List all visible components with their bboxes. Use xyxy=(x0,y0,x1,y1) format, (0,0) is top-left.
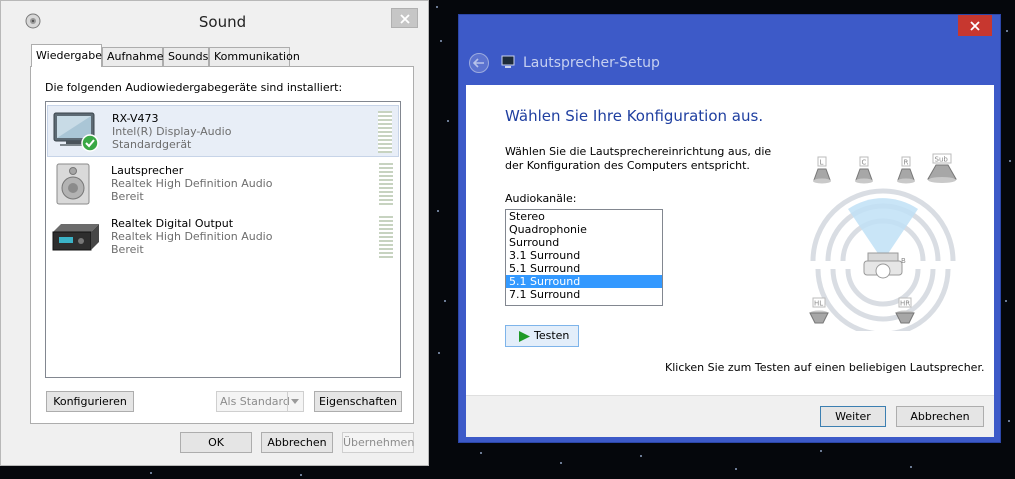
audio-channels-listbox[interactable]: Stereo Quadrophonie Surround 3.1 Surroun… xyxy=(505,209,663,306)
back-button[interactable] xyxy=(469,53,489,73)
device-name: Realtek Digital Output xyxy=(111,217,234,230)
subwoofer-speaker-icon[interactable]: Sub xyxy=(927,153,957,183)
device-driver: Realtek High Definition Audio xyxy=(111,177,273,190)
device-item-lautsprecher[interactable]: Lautsprecher Realtek High Definition Aud… xyxy=(47,158,399,210)
front-center-speaker-icon[interactable]: C xyxy=(855,156,873,184)
device-status: Bereit xyxy=(111,243,144,256)
tv-monitor-default-icon xyxy=(52,111,100,153)
speaker-label-center: C xyxy=(862,159,867,167)
channel-option[interactable]: 7.1 Surround xyxy=(506,288,662,301)
test-hint-text: Klicken Sie zum Testen auf einen beliebi… xyxy=(665,361,985,374)
speaker-icon xyxy=(51,163,99,205)
speaker-label-rear-right: HR xyxy=(900,300,910,308)
cancel-button[interactable]: Abbrechen xyxy=(896,406,984,427)
device-item-rx-v473[interactable]: RX-V473 Intel(R) Display-Audio Standardg… xyxy=(47,105,399,157)
speaker-setup-window: Lautsprecher-Setup Wählen Sie Ihre Konfi… xyxy=(458,14,1001,443)
rear-left-speaker-icon[interactable]: HL xyxy=(809,297,829,324)
device-item-realtek-digital-output[interactable]: Realtek Digital Output Realtek High Defi… xyxy=(47,211,399,263)
description-text: Wählen Sie die Lautsprechereinrichtung a… xyxy=(505,145,772,172)
wizard-content: Wählen Sie Ihre Konfiguration aus. Wähle… xyxy=(466,85,994,395)
window-title: Sound xyxy=(198,13,247,31)
device-driver: Realtek High Definition Audio xyxy=(111,230,273,243)
volume-meter xyxy=(379,216,393,258)
device-status: Bereit xyxy=(111,190,144,203)
digital-output-device-icon xyxy=(51,216,99,258)
channel-option[interactable]: 5.1 Surround xyxy=(506,262,662,275)
set-default-label: Als Standard xyxy=(220,395,290,408)
audio-channels-label: Audiokanäle: xyxy=(505,192,577,205)
channel-option-selected[interactable]: 5.1 Surround xyxy=(506,275,662,288)
next-button[interactable]: Weiter xyxy=(820,406,886,427)
channel-option[interactable]: Surround xyxy=(506,236,662,249)
speaker-label-right: R xyxy=(904,159,909,167)
speaker-setup-icon xyxy=(501,55,517,69)
panel-heading: Die folgenden Audiowiedergabegeräte sind… xyxy=(45,81,343,94)
tab-sounds[interactable]: Sounds xyxy=(163,47,209,66)
test-button[interactable]: Testen xyxy=(505,325,579,347)
speaker-label-sub: Sub xyxy=(935,156,949,164)
chevron-down-icon xyxy=(287,392,303,411)
front-left-speaker-icon[interactable]: L xyxy=(813,156,831,184)
device-status: Standardgerät xyxy=(112,138,192,151)
channel-option[interactable]: Quadrophonie xyxy=(506,223,662,236)
tab-aufnahme[interactable]: Aufnahme xyxy=(102,47,164,66)
speaker-label-left: L xyxy=(820,159,824,167)
ok-button[interactable]: OK xyxy=(180,432,252,453)
back-arrow-icon xyxy=(473,58,484,68)
sound-dialog: Sound Wiedergabe Aufnahme Sounds Kommuni… xyxy=(0,0,429,466)
device-driver: Intel(R) Display-Audio xyxy=(112,125,232,138)
play-icon xyxy=(519,331,530,342)
configure-button[interactable]: Konfigurieren xyxy=(46,391,134,412)
tab-wiedergabe[interactable]: Wiedergabe xyxy=(31,44,102,67)
cancel-button[interactable]: Abbrechen xyxy=(261,432,333,453)
close-icon xyxy=(400,14,410,24)
close-button[interactable] xyxy=(958,15,992,36)
speaker-label-rear-left: HL xyxy=(814,300,823,308)
svg-text:B: B xyxy=(901,257,906,265)
device-name: RX-V473 xyxy=(112,112,159,125)
volume-meter xyxy=(379,163,393,205)
device-list: RX-V473 Intel(R) Display-Audio Standardg… xyxy=(45,101,401,378)
test-button-label: Testen xyxy=(534,329,570,342)
speaker-layout-diagram: B L C R Sub HL HR xyxy=(809,153,957,331)
page-heading: Wählen Sie Ihre Konfiguration aus. xyxy=(505,107,764,125)
sound-titlebar[interactable]: Sound xyxy=(1,1,428,39)
close-button[interactable] xyxy=(391,8,418,28)
playback-tab-panel: Die folgenden Audiowiedergabegeräte sind… xyxy=(30,66,414,424)
device-name: Lautsprecher xyxy=(111,164,184,177)
wizard-footer: Weiter Abbrechen xyxy=(466,395,994,437)
volume-meter xyxy=(378,111,392,153)
tab-kommunikation[interactable]: Kommunikation xyxy=(209,47,300,66)
channel-option[interactable]: 3.1 Surround xyxy=(506,249,662,262)
properties-button[interactable]: Eigenschaften xyxy=(314,391,402,412)
set-default-dropdown[interactable]: Als Standard xyxy=(216,391,304,412)
front-right-speaker-icon[interactable]: R xyxy=(897,156,915,184)
apply-button[interactable]: Übernehmen xyxy=(342,432,414,453)
channel-option[interactable]: Stereo xyxy=(506,210,662,223)
wizard-title: Lautsprecher-Setup xyxy=(523,55,660,71)
close-icon xyxy=(970,21,980,31)
